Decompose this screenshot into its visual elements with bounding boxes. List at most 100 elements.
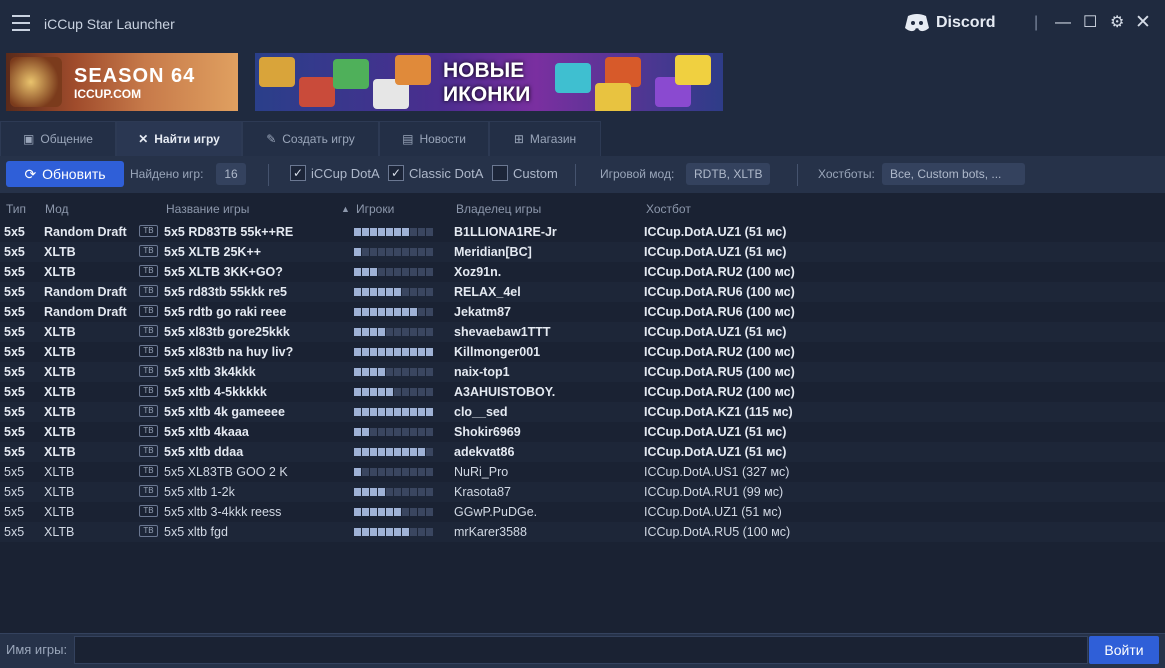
- player-slot: [418, 288, 425, 296]
- player-slot: [402, 488, 409, 496]
- cell-type: 5x5: [4, 425, 25, 439]
- player-slot: [402, 528, 409, 536]
- game-name-input[interactable]: [74, 636, 1088, 664]
- table-row[interactable]: 5x5 Random Draft 5x5 rd83tb 55kkk re5 RELAX…: [0, 282, 1165, 302]
- tab-label: Найти игру: [154, 132, 220, 146]
- player-slot: [410, 348, 417, 356]
- table-row[interactable]: 5x5 XLTB 5x5 xl83tb gore25kkk shevaebaw1TTT…: [0, 322, 1165, 342]
- player-slot: [386, 228, 393, 236]
- cell-type: 5x5: [4, 245, 25, 259]
- chat-icon: ▣: [23, 132, 35, 146]
- hostbots-select[interactable]: Все, Custom bots, ...: [882, 163, 1025, 185]
- player-slot: [418, 468, 425, 476]
- refresh-button[interactable]: ⟳ Обновить: [6, 161, 124, 187]
- settings-gear-icon[interactable]: ⚙: [1110, 12, 1124, 32]
- player-slot: [418, 388, 425, 396]
- tab-1[interactable]: ✕ Найти игру: [116, 121, 242, 156]
- tab-3[interactable]: ▤ Новости: [379, 121, 489, 156]
- player-slot: [386, 528, 393, 536]
- player-slot: [402, 508, 409, 516]
- found-games-label: Найдено игр:: [130, 167, 204, 181]
- table-row[interactable]: 5x5 XLTB 5x5 XL83TB GOO 2 K NuRi_Pro ICCup.D…: [0, 462, 1165, 482]
- filter-checkbox[interactable]: Custom: [492, 165, 558, 181]
- tb-badge-icon: TB: [139, 405, 158, 417]
- player-slot: [386, 308, 393, 316]
- hero-icon: [395, 55, 431, 85]
- cell-mode: XLTB: [44, 405, 76, 419]
- table-row[interactable]: 5x5 Random Draft 5x5 RD83TB 55k++RE B1LLION…: [0, 222, 1165, 242]
- column-owner[interactable]: Владелец игры: [456, 202, 541, 216]
- player-slot: [354, 488, 361, 496]
- table-row[interactable]: 5x5 XLTB 5x5 xltb 1-2k Krasota87 ICCup.DotA.…: [0, 482, 1165, 502]
- cell-name: 5x5 RD83TB 55k++RE: [164, 225, 294, 239]
- player-slot: [410, 268, 417, 276]
- column-name[interactable]: Название игры: [166, 202, 249, 216]
- table-row[interactable]: 5x5 XLTB 5x5 xltb 3k4kkk naix-top1 ICCup.Dot…: [0, 362, 1165, 382]
- new-icons-banner[interactable]: НОВЫЕ ИКОНКИ: [255, 53, 723, 111]
- table-row[interactable]: 5x5 XLTB 5x5 xltb 4k gameeee clo__sed ICCup.…: [0, 402, 1165, 422]
- player-slot: [418, 428, 425, 436]
- player-slot: [370, 228, 377, 236]
- tab-4[interactable]: ⊞ Магазин: [489, 121, 601, 156]
- table-row[interactable]: 5x5 Random Draft 5x5 rdtb go raki reee Jeka…: [0, 302, 1165, 322]
- player-slot: [402, 348, 409, 356]
- cell-mode: XLTB: [44, 485, 75, 499]
- column-players[interactable]: Игроки: [356, 202, 394, 216]
- table-row[interactable]: 5x5 XLTB 5x5 xltb 4kaaa Shokir6969 ICCup.Dot…: [0, 422, 1165, 442]
- title-bar: iCCup Star Launcher Discord | — ☐ ⚙ ✕: [0, 0, 1165, 46]
- column-type[interactable]: Тип: [6, 202, 26, 216]
- player-slot: [354, 408, 361, 416]
- game-mode-select[interactable]: RDTB, XLTB: [686, 163, 771, 185]
- player-slot: [362, 468, 369, 476]
- player-slot: [378, 448, 385, 456]
- filter-checkbox[interactable]: ✓ Classic DotA: [388, 165, 483, 181]
- join-button[interactable]: Войти: [1089, 636, 1159, 664]
- player-slot: [426, 228, 433, 236]
- hamburger-menu-icon[interactable]: [12, 15, 30, 31]
- players-bar: [354, 528, 433, 536]
- column-host[interactable]: Хостбот: [646, 202, 691, 216]
- player-slot: [378, 468, 385, 476]
- close-icon[interactable]: ✕: [1135, 11, 1151, 34]
- column-mode[interactable]: Мод: [45, 202, 69, 216]
- tab-2[interactable]: ✎ Создать игру: [242, 121, 379, 156]
- player-slot: [354, 228, 361, 236]
- table-row[interactable]: 5x5 XLTB 5x5 XLTB 25K++ Meridian[BC] ICCup.D…: [0, 242, 1165, 262]
- hero-icon: [595, 83, 631, 111]
- swords-icon: ✕: [138, 132, 149, 146]
- cell-owner: Killmonger001: [454, 345, 541, 359]
- player-slot: [402, 428, 409, 436]
- discord-button[interactable]: Discord: [904, 13, 996, 33]
- player-slot: [378, 288, 385, 296]
- sort-ascending-icon: ▲: [341, 204, 350, 214]
- cell-name: 5x5 xltb 3-4kkk reess: [164, 505, 282, 519]
- minimize-icon[interactable]: —: [1055, 14, 1071, 32]
- table-row[interactable]: 5x5 XLTB 5x5 xl83tb na huy liv? Killmonger0…: [0, 342, 1165, 362]
- filter-checkbox[interactable]: ✓ iCCup DotA: [290, 165, 380, 181]
- cell-mode: XLTB: [44, 505, 75, 519]
- hero-icon: [259, 57, 295, 87]
- checked-checkbox-icon: ✓: [388, 165, 404, 181]
- player-slot: [410, 288, 417, 296]
- player-slot: [410, 328, 417, 336]
- cell-owner: B1LLIONA1RE-Jr: [454, 225, 557, 239]
- table-row[interactable]: 5x5 XLTB 5x5 xltb fgd mrKarer3588 ICCup.DotA…: [0, 522, 1165, 542]
- cell-name: 5x5 XLTB 25K++: [164, 245, 262, 259]
- table-row[interactable]: 5x5 XLTB 5x5 xltb 4-5kkkkk A3AHUISTOBOY. ICC…: [0, 382, 1165, 402]
- season-banner[interactable]: SEASON 64 ICCUP.COM: [6, 53, 238, 111]
- table-row[interactable]: 5x5 XLTB 5x5 xltb 3-4kkk reess GGwP.PuDGe. I…: [0, 502, 1165, 522]
- maximize-icon[interactable]: ☐: [1083, 12, 1097, 32]
- player-slot: [378, 248, 385, 256]
- table-row[interactable]: 5x5 XLTB 5x5 XLTB 3KK+GO? Xoz91n. ICCup.DotA…: [0, 262, 1165, 282]
- player-slot: [378, 508, 385, 516]
- player-slot: [370, 388, 377, 396]
- cell-owner: NuRi_Pro: [454, 465, 509, 479]
- table-row[interactable]: 5x5 XLTB 5x5 xltb ddaa adekvat86 ICCup.DotA.…: [0, 442, 1165, 462]
- player-slot: [394, 508, 401, 516]
- player-slot: [362, 348, 369, 356]
- player-slot: [418, 228, 425, 236]
- players-bar: [354, 468, 433, 476]
- players-bar: [354, 268, 433, 276]
- cell-host: ICCup.DotA.UZ1 (51 мс): [644, 325, 787, 339]
- tab-0[interactable]: ▣ Общение: [0, 121, 116, 156]
